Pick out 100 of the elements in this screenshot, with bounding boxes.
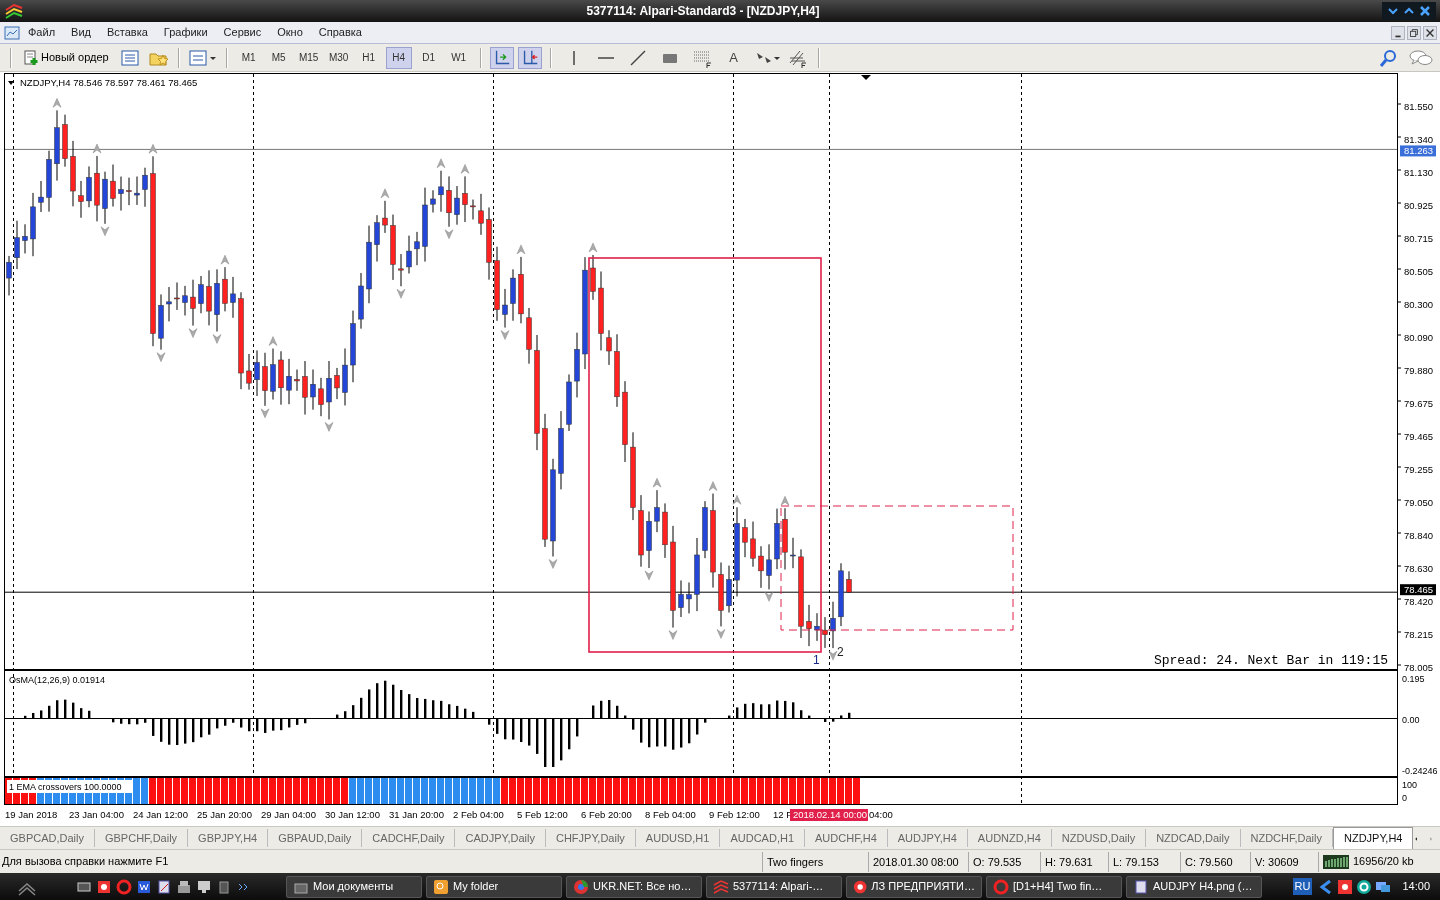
taskbar-window-button[interactable]: [D1+H4] Two fin… <box>986 875 1122 898</box>
wave-label: 1 <box>813 653 820 667</box>
time-label: 5 Feb 12:00 <box>517 809 568 820</box>
taskbar-window-button[interactable]: UKR.NET: Все но… <box>566 875 702 898</box>
time-label: 29 Jan 04:00 <box>261 809 316 820</box>
status-cell: L: 79.153 <box>1108 851 1180 872</box>
price-label: 80.715 <box>1404 232 1434 244</box>
taskbar-window-button[interactable]: ЛЗ ПРЕДПРИЯТИ… <box>846 875 982 898</box>
taskbar-window-title: AUDJPY H4.png (… <box>1153 879 1253 895</box>
price-label: 79.880 <box>1404 364 1434 376</box>
time-label: 9 Feb 12:00 <box>709 809 760 820</box>
traffic-status: 16956/20 kb <box>1353 854 1414 870</box>
time-label: 24 Jan 12:00 <box>133 809 188 820</box>
menu-item[interactable]: Вставка <box>98 22 156 43</box>
current-price-tag: 78.465 <box>1400 584 1436 596</box>
timeframe-button[interactable]: M30 <box>325 46 352 69</box>
chart-tab[interactable]: AUDCAD,H1 <box>720 829 805 847</box>
time-label: 04:00 <box>869 809 893 820</box>
time-label: 19 Jan 2018 <box>5 809 58 820</box>
timeframe-button[interactable]: H4 <box>385 46 412 69</box>
status-cell: V: 30609 <box>1250 851 1318 872</box>
spread-info: Spread: 24. Next Bar in 119:15 <box>1153 653 1388 668</box>
price-label: 78.005 <box>1404 661 1434 673</box>
chart-tab[interactable]: NZDCAD,Daily <box>1146 829 1241 847</box>
timeframe-button[interactable]: M15 <box>295 46 322 69</box>
menu-item[interactable]: Вид <box>63 22 99 43</box>
price-label: 79.675 <box>1404 397 1434 409</box>
window-title: 5377114: Alpari-Standard3 - [NZDJPY,H4] <box>585 3 821 20</box>
timeframe-button[interactable]: M1 <box>235 46 262 69</box>
price-label: 81.130 <box>1404 166 1434 178</box>
scale-label: 0.195 <box>1402 674 1425 684</box>
menu-item[interactable]: Сервис <box>215 22 270 43</box>
chart-tab[interactable]: GBPCAD,Daily <box>0 829 95 847</box>
status-cell: 2018.01.30 08:00 <box>868 851 968 872</box>
wave-label: 2 <box>837 645 844 659</box>
language-indicator[interactable]: RU <box>1292 878 1313 895</box>
scale-label: -0.24246 <box>1402 766 1438 776</box>
menu-item[interactable]: Справка <box>310 22 370 43</box>
scale-label: 100 <box>1402 780 1418 790</box>
price-label: 80.090 <box>1404 331 1434 343</box>
timeframe-button[interactable]: D1 <box>415 46 442 69</box>
taskbar-window-button[interactable]: My folder <box>426 875 562 898</box>
taskbar-window-button[interactable]: 5377114: Alpari-… <box>706 875 842 898</box>
time-label: 8 Feb 04:00 <box>645 809 696 820</box>
taskbar-window-title: ЛЗ ПРЕДПРИЯТИ… <box>871 879 975 895</box>
chart-tab[interactable]: AUDNZD,H4 <box>967 829 1052 847</box>
price-label: 81.340 <box>1404 133 1434 145</box>
chart-tab[interactable]: CADCHF,Daily <box>362 829 456 847</box>
indicator-label: OsMA(12,26,9) 0.01914 <box>9 675 106 685</box>
cursor-time-tag: 2018.02.14 00:00 <box>790 809 868 821</box>
time-label: 6 Feb 20:00 <box>581 809 632 820</box>
chart-tab[interactable]: AUDCHF,H4 <box>805 829 888 847</box>
chart-tab[interactable]: NZDJPY,H4 <box>1333 827 1414 849</box>
taskbar-window-button[interactable]: Мои документы <box>286 875 422 898</box>
time-label: 23 Jan 04:00 <box>69 809 124 820</box>
price-label: 78.420 <box>1404 595 1434 607</box>
price-label: 78.215 <box>1404 628 1434 640</box>
chart-tab[interactable]: AUDUSD,H1 <box>635 829 721 847</box>
status-cell: O: 79.535 <box>968 851 1040 872</box>
chart-tab[interactable]: GBPAUD,Daily <box>268 829 363 847</box>
status-cell: C: 79.560 <box>1180 851 1250 872</box>
chart-tab[interactable]: CHFJPY,Daily <box>546 829 636 847</box>
scale-label: 0.00 <box>1402 715 1420 725</box>
price-label: 80.505 <box>1404 265 1434 277</box>
taskbar-window-title: Мои документы <box>313 879 394 895</box>
menu-item[interactable]: Окно <box>269 22 311 43</box>
chart-tab[interactable]: GBPJPY,H4 <box>188 829 269 847</box>
price-label: 79.255 <box>1404 463 1434 475</box>
taskbar-window-title: UKR.NET: Все но… <box>593 879 692 895</box>
time-label: 2 Feb 04:00 <box>453 809 504 820</box>
price-label: 78.840 <box>1404 529 1434 541</box>
new-order-button[interactable]: Новый ордер <box>20 46 112 69</box>
scale-label: 0 <box>1402 793 1407 803</box>
price-label: 78.630 <box>1404 562 1434 574</box>
taskbar-window-title: [D1+H4] Two fin… <box>1013 879 1103 895</box>
menu-item[interactable]: Файл <box>20 22 64 43</box>
status-hint: Для вызова справки нажмите F1 <box>1 854 170 870</box>
chart-tab[interactable]: CADJPY,Daily <box>455 829 546 847</box>
taskbar-window-title: 5377114: Alpari-… <box>733 879 824 895</box>
timeframe-button[interactable]: H1 <box>355 46 382 69</box>
chart-tab[interactable]: AUDJPY,H4 <box>887 829 968 847</box>
chart-header: NZDJPY,H4 78.546 78.597 78.461 78.465 <box>20 77 198 88</box>
time-label: 25 Jan 20:00 <box>197 809 252 820</box>
taskbar-window-button[interactable]: AUDJPY H4.png (… <box>1126 875 1262 898</box>
timeframe-button[interactable]: W1 <box>445 46 472 69</box>
time-label: 31 Jan 20:00 <box>389 809 444 820</box>
menu-item[interactable]: Графики <box>155 22 216 43</box>
price-label: 80.925 <box>1404 199 1434 211</box>
clock: 14:00 <box>1402 879 1430 895</box>
status-cell: H: 79.631 <box>1040 851 1108 872</box>
price-label: 79.465 <box>1404 430 1434 442</box>
taskbar-window-title: My folder <box>453 879 499 895</box>
status-cell: Two fingers <box>762 851 868 872</box>
price-tag: 81.263 <box>1400 145 1436 157</box>
chart-tab[interactable]: GBPCHF,Daily <box>94 829 189 847</box>
indicator-label: 1 EMA crossovers 100.0000 <box>7 780 133 793</box>
chart-tab[interactable]: NZDUSD,Daily <box>1051 829 1147 847</box>
text-tool-button[interactable]: A <box>721 46 746 69</box>
timeframe-button[interactable]: M5 <box>265 46 292 69</box>
price-label: 79.050 <box>1404 496 1434 508</box>
